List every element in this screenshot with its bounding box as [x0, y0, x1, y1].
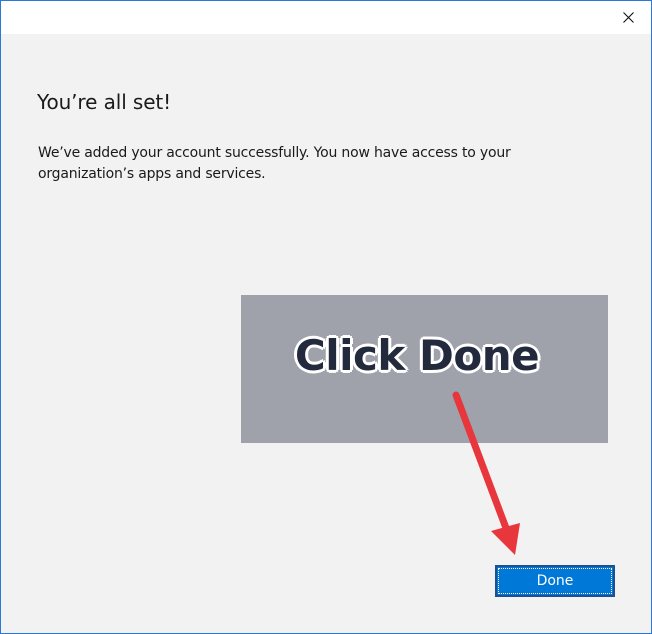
success-message: We’ve added your account successfully. Y…: [38, 145, 511, 182]
close-icon: [622, 12, 634, 23]
done-button[interactable]: Done: [495, 565, 615, 597]
callout-box: Click Done: [241, 295, 608, 443]
close-button[interactable]: [605, 1, 651, 34]
arrow-head: [491, 523, 520, 555]
title-bar: [1, 1, 651, 34]
done-button-label: Done: [536, 573, 574, 589]
callout-text: Click Done: [294, 331, 540, 380]
dialog-window: You’re all set! We’ve added your account…: [0, 0, 652, 634]
page-title: You’re all set!: [37, 90, 172, 114]
